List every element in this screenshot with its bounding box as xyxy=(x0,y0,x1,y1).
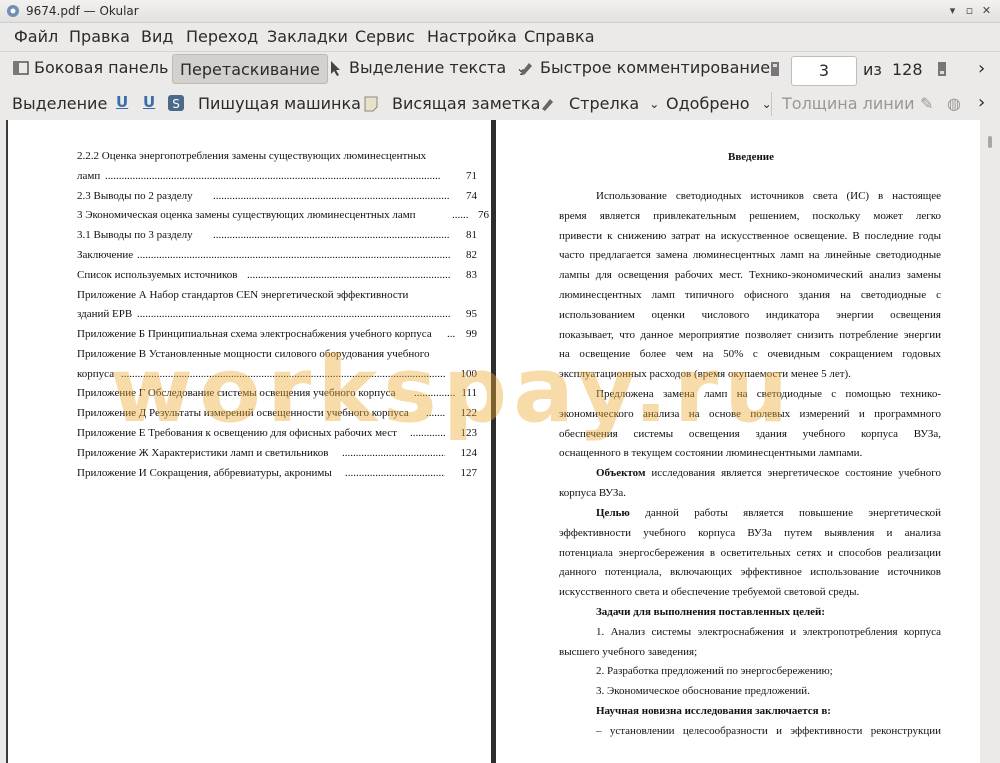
quick-comment-button[interactable]: Быстрое комментирование xyxy=(518,58,770,77)
pen-icon xyxy=(520,62,532,75)
menu-help[interactable]: Справка xyxy=(522,27,597,46)
arrow-tool[interactable]: Стрелка ⌄ xyxy=(539,94,659,113)
text-select-label: Выделение текста xyxy=(349,58,507,77)
page-left-edge xyxy=(6,120,8,763)
toc-entry[interactable]: 3 Экономическая оценка замены существующ… xyxy=(77,209,489,221)
page-up-icon xyxy=(771,62,779,76)
toc-entry[interactable]: корпуса.................................… xyxy=(77,368,477,380)
page-of-label: из xyxy=(863,60,882,79)
toolbar1-overflow-icon[interactable]: › xyxy=(978,58,985,79)
main-toolbar: Боковая панель Перетаскивание Выделение … xyxy=(0,51,1000,88)
page-separator xyxy=(491,120,496,763)
svg-text:S: S xyxy=(172,97,180,111)
stamp-tool[interactable]: Одобрено ⌄ xyxy=(666,94,772,113)
menu-bookmarks[interactable]: Закладки xyxy=(265,27,350,46)
okular-app-icon xyxy=(7,5,19,17)
toc-entry[interactable]: Приложение Е Требования к освещению для … xyxy=(77,427,477,439)
toc-entry[interactable]: 3.1 Выводы по 3 разделу.................… xyxy=(77,229,477,241)
vertical-scrollbar[interactable] xyxy=(981,120,1000,763)
chevron-down-icon[interactable]: ⌄ xyxy=(649,97,659,111)
color-icon[interactable]: ✎ xyxy=(920,94,933,113)
toc-entry[interactable]: зданий EPB..............................… xyxy=(77,308,477,320)
sticky-note-label: Висящая заметка xyxy=(392,94,541,113)
page-down-icon xyxy=(938,62,946,76)
cursor-icon xyxy=(331,60,340,76)
arrow-label: Стрелка xyxy=(569,94,640,113)
toc-entry[interactable]: ламп....................................… xyxy=(77,170,477,182)
note-icon xyxy=(364,96,378,111)
toc-entry[interactable]: 2.2.2 Оценка энергопотребления замены су… xyxy=(77,150,426,162)
page-total: 128 xyxy=(892,60,923,79)
toolbar2-overflow-icon[interactable]: › xyxy=(978,92,985,113)
scrollbar-handle[interactable] xyxy=(988,136,992,148)
toc-entry[interactable]: Приложение И Сокращения, аббревиатуры, а… xyxy=(77,467,477,479)
toc-entry[interactable]: Приложение Г Обследование системы освеще… xyxy=(77,387,477,399)
toc-entry[interactable]: Приложение В Установленные мощности сило… xyxy=(77,348,429,360)
line-width-control[interactable]: Толщина линии xyxy=(782,94,915,113)
menu-edit[interactable]: Правка xyxy=(67,27,132,46)
strikeout-icon[interactable]: S xyxy=(167,94,185,112)
toc-entry[interactable]: Приложение Ж Характеристики ламп и свети… xyxy=(77,447,477,459)
menu-settings[interactable]: Настройка xyxy=(425,27,519,46)
menu-go[interactable]: Переход xyxy=(184,27,260,46)
stamp-label: Одобрено xyxy=(666,94,750,113)
close-icon[interactable]: ✕ xyxy=(980,4,993,17)
annotation-toolbar: Выделение U U S Пишущая машинка Висящая … xyxy=(0,88,1000,120)
title-bar: 9674.pdf — Okular ▾ ▫ ✕ xyxy=(0,0,1000,23)
menu-file[interactable]: Файл xyxy=(12,27,60,46)
underline-icon[interactable]: U xyxy=(116,93,128,111)
menu-view[interactable]: Вид xyxy=(139,27,175,46)
sidebar-label: Боковая панель xyxy=(34,58,169,77)
opacity-icon[interactable]: ◍ xyxy=(947,94,961,113)
document-view[interactable]: 2.2.2 Оценка энергопотребления замены су… xyxy=(6,120,980,763)
drag-mode-label: Перетаскивание xyxy=(180,59,320,79)
sidebar-button[interactable]: Боковая панель xyxy=(12,58,168,77)
prev-page-button[interactable] xyxy=(766,60,788,78)
brush-icon xyxy=(542,98,553,111)
toc-entry[interactable]: Приложение Б Принципиальная схема электр… xyxy=(77,328,477,340)
toc-entry[interactable]: 2.3 Выводы по 2 разделу.................… xyxy=(77,190,477,202)
sidebar-icon xyxy=(13,60,29,75)
toc-entry[interactable]: Заключение..............................… xyxy=(77,249,477,261)
menu-bar: Файл Правка Вид Переход Закладки Сервис … xyxy=(0,23,1000,51)
typewriter-tool[interactable]: Пишущая машинка xyxy=(198,94,361,113)
select-tool[interactable]: Выделение xyxy=(12,94,107,113)
toc-entry[interactable]: Приложение Д Результаты измерений освеще… xyxy=(77,407,477,419)
toc-entry[interactable]: Приложение А Набор стандартов CEN энерге… xyxy=(77,289,408,301)
drag-mode-button[interactable]: Перетаскивание xyxy=(172,54,328,84)
squiggly-underline-icon[interactable]: U xyxy=(143,93,155,111)
toc-entry[interactable]: Список используемых источников..........… xyxy=(77,269,477,281)
window-title: 9674.pdf — Okular xyxy=(26,4,139,18)
next-page-button[interactable] xyxy=(933,60,955,78)
sticky-note-tool[interactable]: Висящая заметка xyxy=(362,94,540,113)
maximize-icon[interactable]: ▫ xyxy=(963,4,976,17)
quick-comment-label: Быстрое комментирование xyxy=(540,58,771,77)
text-select-button[interactable]: Выделение текста ⌄ xyxy=(327,58,526,77)
page-heading: Введение xyxy=(728,151,775,163)
menu-tools[interactable]: Сервис xyxy=(353,27,417,46)
toolbar-divider xyxy=(771,92,772,116)
minimize-icon[interactable]: ▾ xyxy=(946,4,959,17)
page-number-input[interactable]: 3 xyxy=(791,56,857,86)
